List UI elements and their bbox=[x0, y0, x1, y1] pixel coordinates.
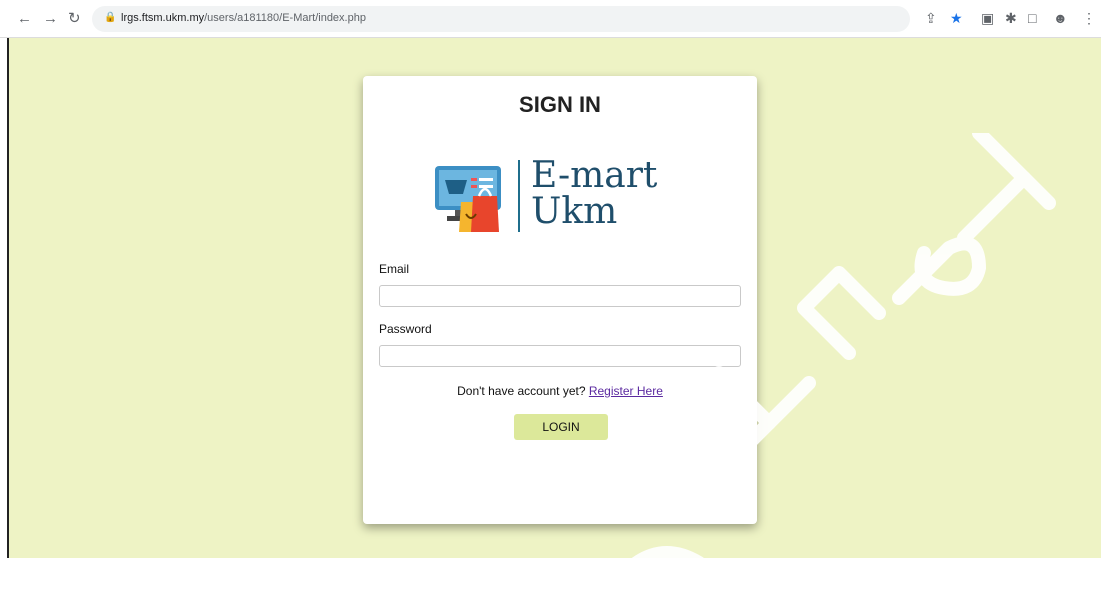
register-link[interactable]: Register Here bbox=[589, 384, 663, 398]
url-host: lrgs.ftsm.ukm.my bbox=[121, 12, 205, 24]
logo-line-1: E-mart bbox=[531, 155, 658, 196]
email-label: Email bbox=[379, 262, 410, 276]
password-field[interactable] bbox=[379, 345, 741, 367]
forward-icon[interactable]: → bbox=[43, 10, 58, 28]
profile-icon[interactable]: ☻ bbox=[1053, 10, 1068, 26]
signin-card: SIGN IN E-mart Ukm Email Password Don't … bbox=[363, 76, 757, 524]
back-icon[interactable]: ← bbox=[17, 10, 32, 28]
share-icon[interactable]: ⇪ bbox=[925, 10, 937, 26]
url-path: /users/a181180/E-Mart/index.php bbox=[204, 12, 366, 24]
menu-icon[interactable]: ⋮ bbox=[1082, 10, 1096, 26]
page-title: SIGN IN bbox=[519, 92, 601, 117]
browser-toolbar: ← → ↻ 🔒 lrgs.ftsm.ukm.my/users/a181180/E… bbox=[0, 0, 1101, 38]
page-background: SIGN IN E-mart Ukm Email Password Don't … bbox=[7, 38, 1101, 600]
login-button[interactable]: LOGIN bbox=[514, 414, 608, 440]
register-prompt: Don't have account yet? Register Here bbox=[363, 384, 757, 398]
address-bar[interactable]: 🔒 lrgs.ftsm.ukm.my/users/a181180/E-Mart/… bbox=[92, 6, 910, 32]
password-label: Password bbox=[379, 322, 432, 336]
email-field[interactable] bbox=[379, 285, 741, 307]
reload-icon[interactable]: ↻ bbox=[68, 10, 81, 28]
lock-icon[interactable]: 🔒 bbox=[104, 12, 116, 23]
logo-divider bbox=[518, 160, 520, 232]
puzzle-icon[interactable]: ✱ bbox=[1005, 10, 1017, 26]
register-prompt-text: Don't have account yet? bbox=[457, 384, 586, 398]
extension-icon[interactable]: ▣ bbox=[981, 10, 994, 26]
logo-text: E-mart Ukm bbox=[531, 158, 657, 230]
logo-line-2: Ukm bbox=[531, 191, 618, 232]
url-text[interactable]: lrgs.ftsm.ukm.my/users/a181180/E-Mart/in… bbox=[121, 12, 366, 24]
sidepanel-icon[interactable]: □ bbox=[1028, 10, 1036, 26]
star-icon[interactable]: ★ bbox=[950, 10, 963, 26]
shopping-logo-icon bbox=[435, 166, 501, 232]
